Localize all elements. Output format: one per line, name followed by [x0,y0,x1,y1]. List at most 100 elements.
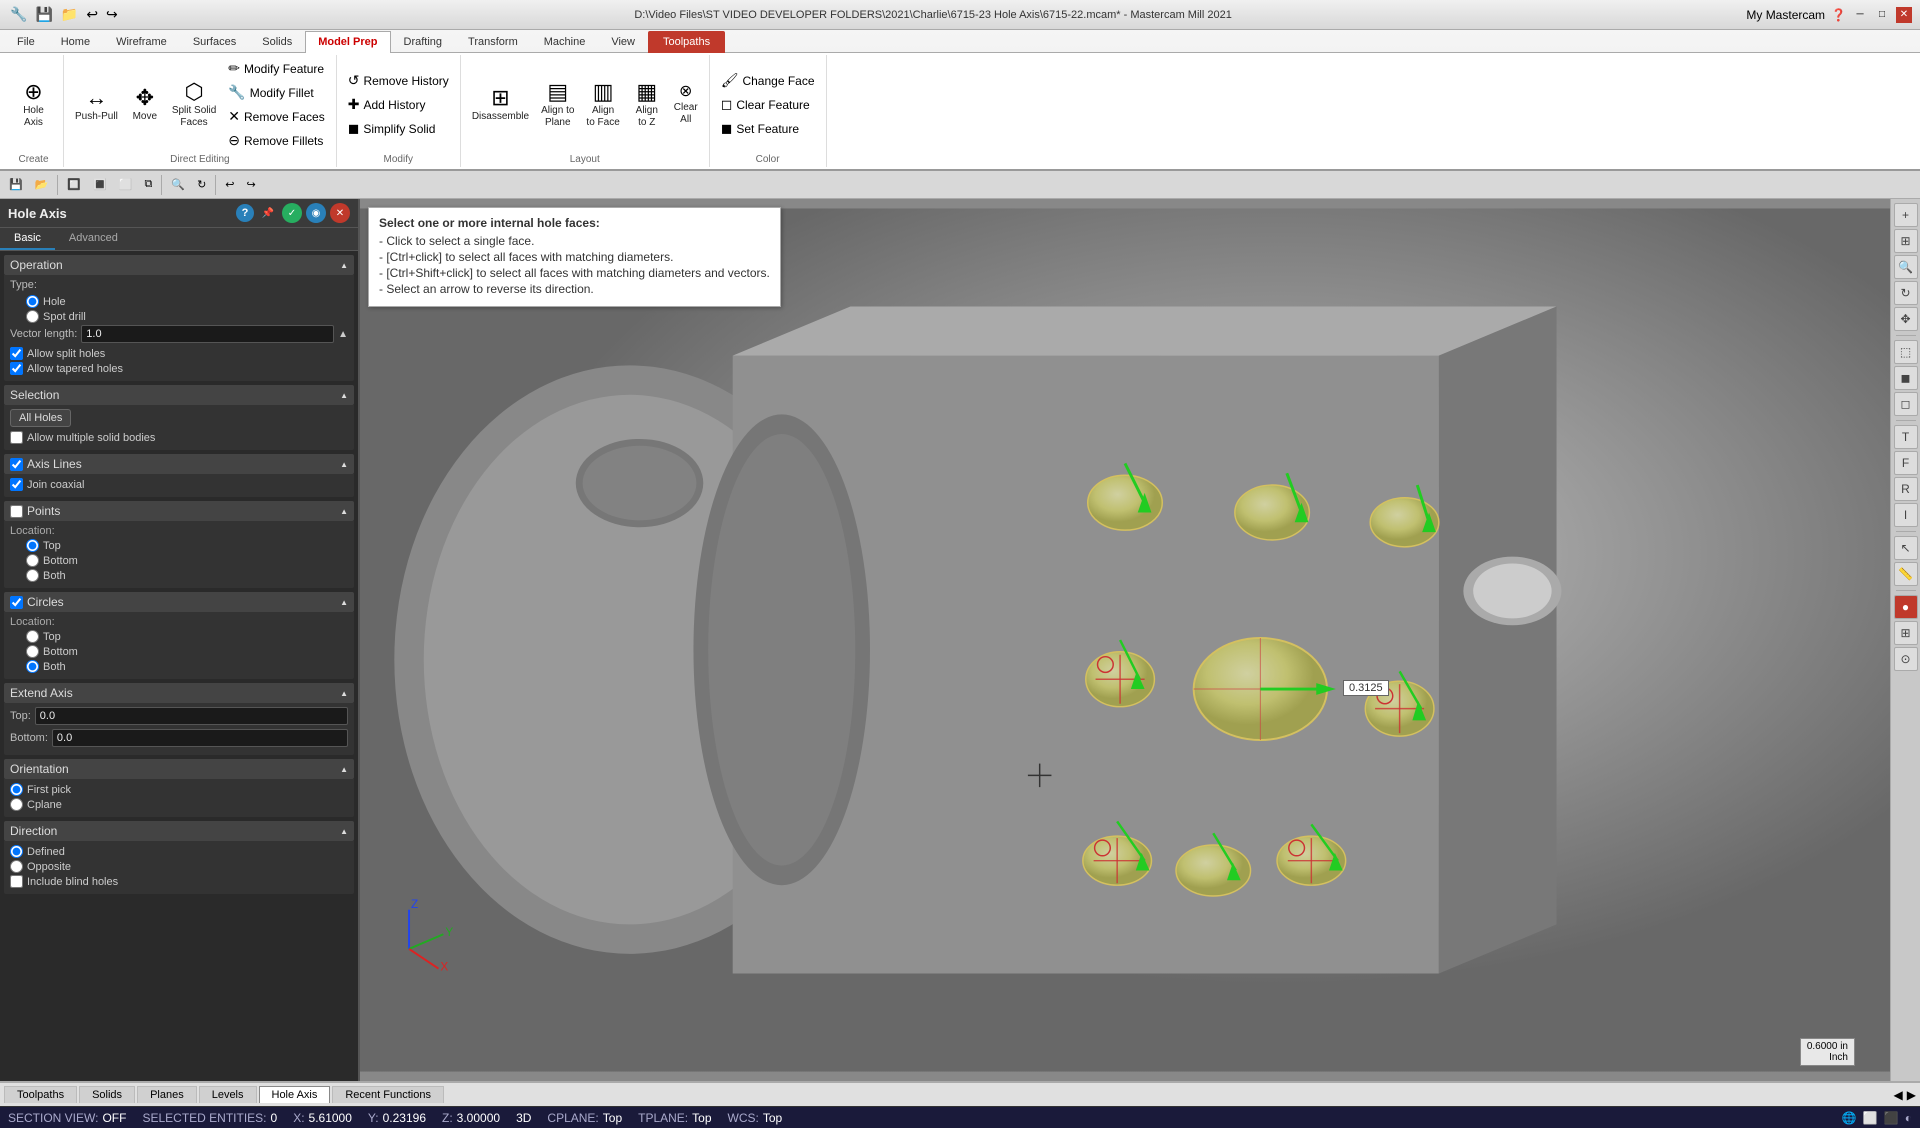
hole-axis-button[interactable]: ⊕ HoleAxis [14,77,54,133]
vt-btn-6[interactable]: ⧉ [140,176,158,193]
rt-plus-btn[interactable]: + [1894,203,1918,227]
vt-btn-5[interactable]: ⬜ [114,176,138,193]
help-icon[interactable]: ❓ [1831,8,1846,22]
rt-pan-btn[interactable]: ✥ [1894,307,1918,331]
tab-scroll-right[interactable]: ▶ [1907,1088,1916,1102]
join-coaxial-checkbox[interactable] [10,478,23,491]
tab-model-prep[interactable]: Model Prep [305,31,390,53]
statusbar-icon-1[interactable]: 🌐 [1842,1111,1857,1125]
btab-levels[interactable]: Levels [199,1086,257,1103]
axis-lines-header[interactable]: Axis Lines ▲ [4,454,354,474]
circles-top-radio[interactable] [26,630,39,643]
include-blind-holes-checkbox[interactable] [10,875,23,888]
circles-checkbox[interactable] [10,596,23,609]
rt-grid-btn[interactable]: ⊞ [1894,621,1918,645]
points-both-radio[interactable] [26,569,39,582]
tab-advanced[interactable]: Advanced [55,228,132,250]
panel-cancel-button[interactable]: ✕ [330,203,350,223]
modify-feature-button[interactable]: ✏ Modify Feature [223,57,329,80]
operation-header[interactable]: Operation ▲ [4,255,354,275]
rt-rotate-btn[interactable]: ↻ [1894,281,1918,305]
rt-measure-btn[interactable]: 📏 [1894,562,1918,586]
tab-home[interactable]: Home [48,31,103,53]
selection-header[interactable]: Selection ▲ [4,385,354,405]
rt-record-btn[interactable]: ● [1894,595,1918,619]
tab-toolpaths[interactable]: Toolpaths [648,31,725,53]
vt-undo-btn[interactable]: ↩ [220,176,239,193]
vt-redo-btn[interactable]: ↪ [242,176,261,193]
first-pick-radio[interactable] [10,783,23,796]
rt-zoom-all-btn[interactable]: ⊞ [1894,229,1918,253]
btab-toolpaths[interactable]: Toolpaths [4,1086,77,1103]
clear-feature-button[interactable]: ◻ Clear Feature [716,93,820,116]
cplane-radio[interactable] [10,798,23,811]
panel-apply-button[interactable]: ◉ [306,203,326,223]
panel-ok-button[interactable]: ✓ [282,203,302,223]
extend-bottom-input[interactable] [52,729,348,747]
rt-zoom-window-btn[interactable]: 🔍 [1894,255,1918,279]
orientation-header[interactable]: Orientation ▲ [4,759,354,779]
set-feature-button[interactable]: ◼ Set Feature [716,117,820,140]
disassemble-button[interactable]: ⊞ Disassemble [467,83,534,127]
remove-fillets-button[interactable]: ⊖ Remove Fillets [223,129,329,152]
push-pull-button[interactable]: ↔ Push-Pull [70,83,123,127]
allow-split-holes-checkbox[interactable] [10,347,23,360]
tab-view[interactable]: View [598,31,648,53]
points-bottom-radio[interactable] [26,554,39,567]
rt-hidden-btn[interactable]: ◻ [1894,392,1918,416]
change-face-button[interactable]: 🖌 Change Face [716,69,820,92]
move-button[interactable]: ✥ Move [125,83,165,127]
tab-transform[interactable]: Transform [455,31,531,53]
vt-btn-2[interactable]: 📂 [30,176,54,193]
points-top-radio[interactable] [26,539,39,552]
split-solid-faces-button[interactable]: ⬡ Split SolidFaces [167,77,221,133]
axis-lines-checkbox[interactable] [10,458,23,471]
redo-icon[interactable]: ↪ [104,4,120,25]
statusbar-icon-4[interactable]: ◐ [1905,1111,1912,1125]
tab-basic[interactable]: Basic [0,228,55,250]
modify-fillet-button[interactable]: 🔧 Modify Fillet [223,81,329,104]
spot-drill-radio[interactable] [26,310,39,323]
save-icon[interactable]: 💾 [33,4,54,25]
vt-btn-4[interactable]: 🔳 [88,176,112,193]
points-checkbox[interactable] [10,505,23,518]
vt-rotate-btn[interactable]: ↻ [192,176,211,193]
circles-bottom-radio[interactable] [26,645,39,658]
minimize-button[interactable]: ─ [1852,7,1868,23]
rt-wireframe-btn[interactable]: ⬚ [1894,340,1918,364]
btab-planes[interactable]: Planes [137,1086,197,1103]
simplify-solid-button[interactable]: ◼ Simplify Solid [343,117,454,140]
allow-multiple-bodies-checkbox[interactable] [10,431,23,444]
panel-help-button[interactable]: ? [236,204,254,222]
tab-scroll-left[interactable]: ◀ [1894,1088,1903,1102]
hole-radio[interactable] [26,295,39,308]
viewport[interactable]: Z Y X Select one or more internal hole f… [360,199,1890,1081]
undo-icon[interactable]: ↩ [84,4,100,25]
extend-top-input[interactable] [35,707,348,725]
align-to-z-button[interactable]: ▦ Alignto Z [627,77,667,133]
allow-tapered-holes-checkbox[interactable] [10,362,23,375]
rt-select-btn[interactable]: ↖ [1894,536,1918,560]
rt-shaded-btn[interactable]: ◼ [1894,366,1918,390]
rt-right-view-btn[interactable]: R [1894,477,1918,501]
add-history-button[interactable]: ✚ Add History [343,93,454,116]
remove-faces-button[interactable]: ✕ Remove Faces [223,105,329,128]
vector-stepper-up[interactable]: ▲ [338,329,348,340]
rt-top-view-btn[interactable]: T [1894,425,1918,449]
statusbar-icon-3[interactable]: ⬛ [1884,1111,1899,1125]
panel-pin-button[interactable]: 📌 [258,203,278,223]
rt-iso-view-btn[interactable]: I [1894,503,1918,527]
vt-btn-1[interactable]: 💾 [4,176,28,193]
points-header[interactable]: Points ▲ [4,501,354,521]
tab-wireframe[interactable]: Wireframe [103,31,180,53]
direction-header[interactable]: Direction ▲ [4,821,354,841]
tab-drafting[interactable]: Drafting [391,31,456,53]
extend-axis-header[interactable]: Extend Axis ▲ [4,683,354,703]
my-mastercam-link[interactable]: My Mastercam [1746,8,1825,22]
circles-header[interactable]: Circles ▲ [4,592,354,612]
opposite-radio[interactable] [10,860,23,873]
btab-solids[interactable]: Solids [79,1086,135,1103]
close-button[interactable]: ✕ [1896,7,1912,23]
defined-radio[interactable] [10,845,23,858]
folder-icon[interactable]: 📁 [59,4,80,25]
